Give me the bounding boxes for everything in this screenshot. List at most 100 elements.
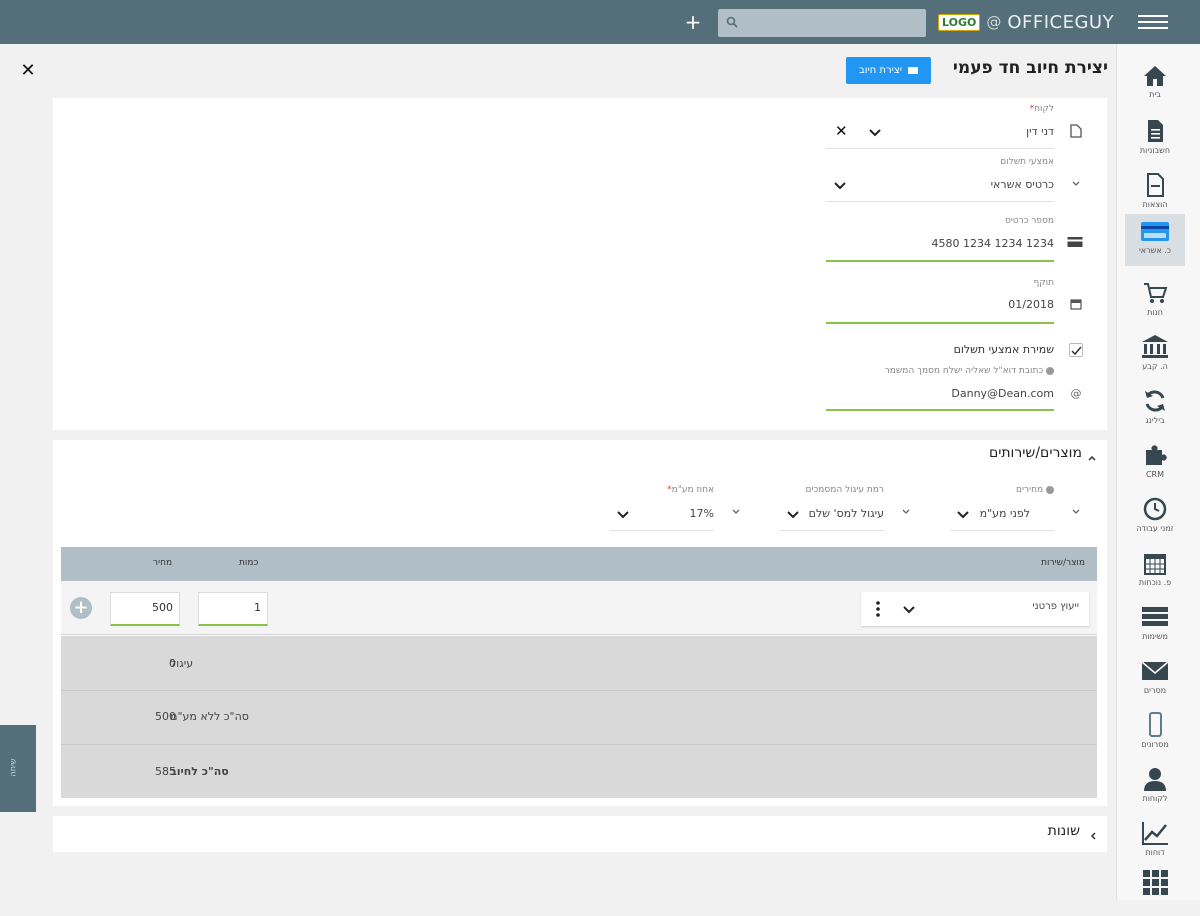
- chevron-down-icon[interactable]: [901, 601, 917, 617]
- search-icon: [726, 16, 738, 28]
- chat-tab-label: שיחה: [8, 758, 18, 777]
- payment-method-underline: [826, 201, 1054, 202]
- calendar-icon: [1068, 298, 1084, 314]
- clear-customer-icon[interactable]: ✕: [835, 122, 848, 140]
- expand-icon: [1068, 506, 1084, 522]
- column-header-price: מחיר: [153, 558, 173, 568]
- credit-card-icon: [1141, 222, 1169, 241]
- rounding-total-label: עיגול: [170, 657, 194, 670]
- customer-value[interactable]: דני דין: [900, 125, 1054, 138]
- sidebar-item-home[interactable]: בית: [1125, 60, 1185, 112]
- customers-icon: [1144, 768, 1166, 791]
- chevron-left-icon[interactable]: [1088, 827, 1100, 840]
- bank-icon: [1142, 335, 1168, 358]
- sidebar-item-expenses[interactable]: הוצאות: [1125, 168, 1185, 220]
- search-box[interactable]: [718, 9, 926, 37]
- rounding-label: רמת עיגול המסמכים: [805, 485, 884, 495]
- payment-method-label: אמצעי תשלום: [1000, 157, 1054, 167]
- sidebar-item-label: דוחות: [1145, 848, 1165, 857]
- sidebar-item-credit-card[interactable]: כ. אשראי: [1125, 214, 1185, 266]
- sidebar-item-label: ה. קבע: [1142, 362, 1168, 371]
- email-underline: [826, 409, 1054, 411]
- clock-icon: [1143, 497, 1167, 521]
- hamburger-menu-icon[interactable]: [1136, 11, 1170, 33]
- sidebar-item-reports[interactable]: דוחות: [1125, 816, 1185, 868]
- search-input[interactable]: [746, 11, 921, 35]
- prices-underline: [950, 530, 1054, 531]
- product-value: ייעוץ פרטני: [1032, 601, 1079, 612]
- prices-label: מחירים: [950, 485, 1054, 495]
- chevron-up-icon[interactable]: [1086, 449, 1098, 461]
- total-value: 585: [155, 765, 176, 778]
- puzzle-icon: [1146, 445, 1167, 465]
- add-row-icon[interactable]: +: [70, 597, 92, 619]
- expand-icon: [1068, 178, 1084, 194]
- product-select[interactable]: ייעוץ פרטני: [861, 592, 1089, 626]
- create-charge-button[interactable]: יצירת חיוב: [846, 57, 931, 84]
- info-icon: [1046, 485, 1054, 494]
- rounding-total-value: 0: [169, 657, 176, 670]
- vat-label: *אחוז מע"מ: [667, 485, 714, 495]
- expiry-field[interactable]: 01/2018: [900, 298, 1054, 311]
- card-number-field[interactable]: 4580 1234 1234 1234: [880, 237, 1054, 250]
- sidebar-item-work-time[interactable]: זמני עבודה: [1125, 492, 1185, 544]
- notes-card: [53, 816, 1107, 852]
- products-section-title[interactable]: מוצרים/שירותים: [976, 445, 1082, 461]
- expiry-underline: [826, 322, 1054, 324]
- cart-icon: [1144, 283, 1168, 303]
- sidebar-item-label: מסרים: [1143, 686, 1167, 695]
- sidebar-item-messages[interactable]: מסרים: [1125, 654, 1185, 706]
- price-field[interactable]: 500: [110, 592, 180, 626]
- sidebar-item-sms[interactable]: מסרונים: [1125, 708, 1185, 760]
- sidebar-item-store[interactable]: חנות: [1125, 276, 1185, 328]
- divider: [61, 744, 1097, 745]
- add-button[interactable]: +: [683, 10, 703, 34]
- sidebar-item-label: משימות: [1142, 632, 1168, 641]
- calendar-icon: [1144, 554, 1166, 575]
- chevron-down-icon[interactable]: [615, 506, 631, 522]
- divider: [61, 690, 1097, 691]
- chevron-down-icon[interactable]: [867, 124, 883, 140]
- sidebar-item-crm[interactable]: CRM: [1125, 438, 1185, 490]
- sidebar-item-label: חשבוניות: [1139, 146, 1171, 155]
- card-number-underline: [826, 260, 1054, 262]
- document-icon: [1068, 124, 1084, 140]
- customer-label: *לקוח: [1029, 104, 1054, 114]
- sidebar-item-customers[interactable]: לקוחות: [1125, 762, 1185, 814]
- billing-icon: [1145, 390, 1165, 412]
- chat-side-tab[interactable]: שיחה: [0, 725, 36, 812]
- info-icon: [1046, 366, 1054, 375]
- chevron-down-icon[interactable]: [785, 506, 801, 522]
- expiry-label: תוקף: [1033, 278, 1054, 288]
- invoice-icon: [1148, 120, 1163, 142]
- subtotal-value: 500: [155, 710, 176, 723]
- brand-logo[interactable]: LOGO @ OFFICEGUY: [938, 10, 1114, 34]
- customer-underline: [826, 148, 1054, 149]
- sidebar-item-label: בילינג: [1145, 416, 1165, 425]
- payment-method-value[interactable]: כרטיס אשראי: [900, 178, 1054, 191]
- subtotal-label: סה"כ ללא מע"מ: [170, 710, 249, 723]
- sidebar-item-attendance[interactable]: פ. נוכחות: [1125, 546, 1185, 598]
- sidebar-item-standing-order[interactable]: ה. קבע: [1125, 330, 1185, 382]
- apps-icon: [1143, 870, 1168, 895]
- chevron-down-icon[interactable]: [832, 177, 848, 193]
- close-icon[interactable]: ✕: [18, 60, 38, 82]
- email-field[interactable]: Danny@Dean.com: [880, 387, 1054, 400]
- vat-underline: [610, 530, 714, 531]
- sidebar-item-label: בית: [1149, 90, 1161, 99]
- tasks-icon: [1142, 607, 1168, 626]
- save-payment-label: שמירת אמצעי תשלום: [953, 343, 1054, 356]
- sidebar-item-label: מסרונים: [1141, 740, 1169, 749]
- quantity-field[interactable]: 1: [198, 592, 268, 626]
- sidebar-item-invoices[interactable]: חשבוניות: [1125, 114, 1185, 166]
- sidebar-item-apps[interactable]: [1125, 864, 1185, 916]
- save-payment-checkbox[interactable]: [1069, 343, 1083, 357]
- sidebar-item-label: הוצאות: [1142, 200, 1168, 209]
- notes-section-title[interactable]: שונות: [1030, 823, 1080, 839]
- more-vert-icon[interactable]: [875, 600, 881, 618]
- at-icon: @: [1070, 387, 1082, 400]
- email-hint: כתובת דוא"ל שאליה ישלח מסמך המשמר: [820, 366, 1054, 376]
- sidebar-item-tasks[interactable]: משימות: [1125, 600, 1185, 652]
- chevron-down-icon[interactable]: [955, 506, 971, 522]
- sidebar-item-billing[interactable]: בילינג: [1125, 384, 1185, 436]
